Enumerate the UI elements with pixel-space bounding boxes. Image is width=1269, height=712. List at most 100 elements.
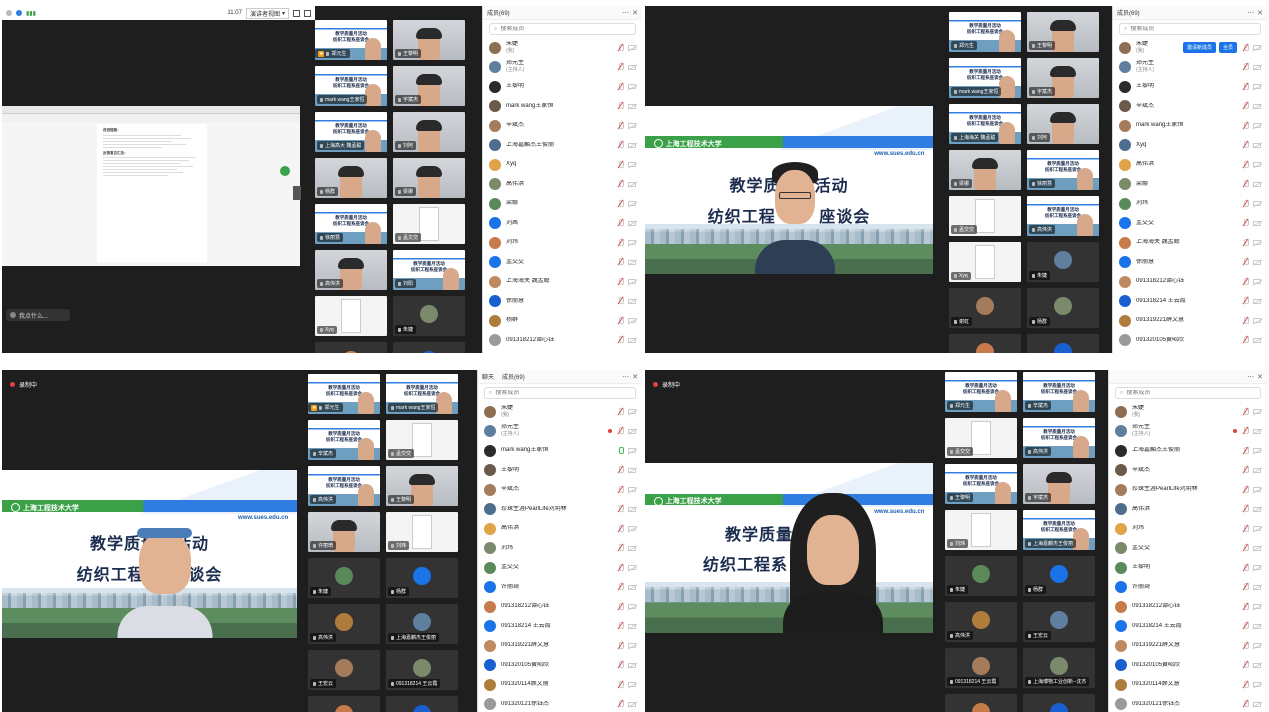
camera-off-icon[interactable]: [1253, 298, 1261, 304]
camera-off-icon[interactable]: [628, 428, 636, 434]
member-row[interactable]: 王黎明: [478, 461, 642, 481]
member-row[interactable]: 郑元生 (主持人): [1109, 422, 1267, 442]
video-tile[interactable]: 高伟洪: [945, 602, 1017, 642]
member-row[interactable]: mark wang王家恒: [1113, 116, 1267, 136]
search-input[interactable]: [1126, 390, 1256, 396]
camera-off-icon[interactable]: [1253, 181, 1261, 187]
mic-off-icon[interactable]: [1242, 199, 1249, 208]
camera-off-icon[interactable]: [1253, 701, 1261, 707]
camera-off-icon[interactable]: [628, 259, 636, 265]
member-row[interactable]: 091319221薛文慧: [478, 636, 642, 656]
video-tile[interactable]: 杨群: [315, 158, 387, 198]
mic-off-icon[interactable]: [617, 407, 624, 416]
search-input[interactable]: [1130, 26, 1256, 32]
video-tile[interactable]: 许丽琦: [308, 512, 380, 552]
member-row[interactable]: 091318214 王云霞: [478, 617, 642, 637]
mic-off-icon[interactable]: [617, 602, 624, 611]
mic-off-icon[interactable]: [617, 583, 624, 591]
mic-off-icon[interactable]: [1242, 700, 1249, 708]
video-tile[interactable]: 宇斌杰: [393, 66, 465, 106]
close-icon[interactable]: ✕: [632, 373, 638, 381]
mic-off-icon[interactable]: [617, 336, 624, 344]
mic-off-icon[interactable]: [1242, 446, 1249, 455]
video-tile[interactable]: [945, 694, 1017, 712]
video-tile[interactable]: 孟文交: [393, 204, 465, 244]
video-tile[interactable]: 梁娜: [393, 158, 465, 198]
video-tile[interactable]: 091318214 王云霞: [945, 648, 1017, 688]
camera-off-icon[interactable]: [628, 448, 636, 454]
camera-off-icon[interactable]: [628, 162, 636, 168]
camera-off-icon[interactable]: [1253, 84, 1261, 90]
mic-on-icon[interactable]: [617, 446, 624, 455]
camera-off-icon[interactable]: [628, 103, 636, 109]
video-tile[interactable]: 教学质量月活动 纺织工程系座谈会 刘阳: [393, 250, 465, 290]
member-row[interactable]: 刘玮: [1113, 194, 1267, 214]
video-tile[interactable]: 梁娜: [949, 150, 1021, 190]
camera-off-icon[interactable]: [1253, 506, 1261, 512]
more-icon[interactable]: ⋯: [622, 373, 629, 381]
mic-off-icon[interactable]: [617, 180, 624, 188]
camera-off-icon[interactable]: [628, 64, 636, 70]
mic-off-icon[interactable]: [617, 622, 624, 630]
host-action-button[interactable]: 全员: [1218, 42, 1237, 54]
member-row[interactable]: 091320114顾文慧: [1109, 675, 1267, 695]
camera-off-icon[interactable]: [1253, 240, 1261, 246]
video-tile[interactable]: [393, 342, 465, 353]
mic-off-icon[interactable]: [617, 316, 624, 325]
mic-off-icon[interactable]: [617, 199, 624, 208]
mic-off-icon[interactable]: [1242, 160, 1249, 169]
camera-off-icon[interactable]: [1253, 318, 1261, 324]
mic-off-icon[interactable]: [1242, 466, 1249, 474]
camera-off-icon[interactable]: [1253, 45, 1261, 51]
camera-off-icon[interactable]: [1253, 259, 1261, 265]
mic-off-icon[interactable]: [1242, 661, 1249, 669]
member-row[interactable]: 高伟洪: [1109, 500, 1267, 520]
mic-off-icon[interactable]: [617, 82, 624, 91]
mic-off-icon[interactable]: [617, 485, 624, 494]
mic-off-icon[interactable]: [617, 427, 624, 435]
video-tile[interactable]: 杨群: [386, 558, 458, 598]
camera-off-icon[interactable]: [628, 565, 636, 571]
mic-off-icon[interactable]: [617, 102, 624, 110]
video-tile[interactable]: 杨群: [1023, 556, 1095, 596]
mic-off-icon[interactable]: [617, 544, 624, 552]
member-row[interactable]: 郑元生 (主持人): [478, 422, 642, 442]
member-row[interactable]: 王黎明: [1113, 77, 1267, 97]
member-row[interactable]: 杨群: [483, 311, 642, 331]
camera-off-icon[interactable]: [628, 318, 636, 324]
member-row[interactable]: 许丽琦: [478, 578, 642, 598]
video-tile[interactable]: [949, 334, 1021, 353]
video-tile[interactable]: 教学质量月活动 纺织工程系座谈会 高伟洪: [1027, 196, 1099, 236]
mic-off-icon[interactable]: [617, 219, 624, 227]
video-tile[interactable]: 王宏云: [308, 650, 380, 690]
member-row[interactable]: 许丽琦: [1109, 578, 1267, 598]
camera-off-icon[interactable]: [1253, 623, 1261, 629]
member-row[interactable]: 郑元生 (主持人): [1113, 58, 1267, 78]
video-tile[interactable]: 朱婕: [393, 296, 465, 336]
member-row[interactable]: mark wang王家恒: [478, 441, 642, 461]
video-tile[interactable]: 王宏云: [1023, 602, 1095, 642]
mic-off-icon[interactable]: [1242, 219, 1249, 227]
camera-off-icon[interactable]: [1253, 409, 1261, 415]
camera-off-icon[interactable]: [1253, 428, 1261, 434]
camera-off-icon[interactable]: [628, 123, 636, 129]
camera-off-icon[interactable]: [1253, 64, 1261, 70]
member-row[interactable]: 孟交交: [478, 558, 642, 578]
member-row[interactable]: 高伟洪: [478, 519, 642, 539]
member-row[interactable]: 刘玮: [1109, 519, 1267, 539]
member-row[interactable]: 091320121徐钰杰: [1109, 695, 1267, 712]
more-icon[interactable]: ⋯: [1247, 373, 1254, 381]
video-tile[interactable]: [308, 696, 380, 712]
member-row[interactable]: 091319221薛文慧: [1109, 636, 1267, 656]
mic-off-icon[interactable]: [617, 524, 624, 533]
camera-off-icon[interactable]: [628, 604, 636, 610]
camera-off-icon[interactable]: [1253, 584, 1261, 590]
video-tile[interactable]: 教学质量月活动 纺织工程系座谈会 辛斌杰: [308, 420, 380, 460]
video-tile[interactable]: 上海博物工业创新--沈杰: [1023, 648, 1095, 688]
camera-off-icon[interactable]: [1253, 643, 1261, 649]
tab-members[interactable]: 成员(69): [502, 372, 525, 381]
video-tile[interactable]: 高伟洪: [308, 604, 380, 644]
mic-off-icon[interactable]: [617, 661, 624, 669]
member-row[interactable]: 孟交交: [1113, 214, 1267, 234]
mic-off-icon[interactable]: [617, 563, 624, 572]
